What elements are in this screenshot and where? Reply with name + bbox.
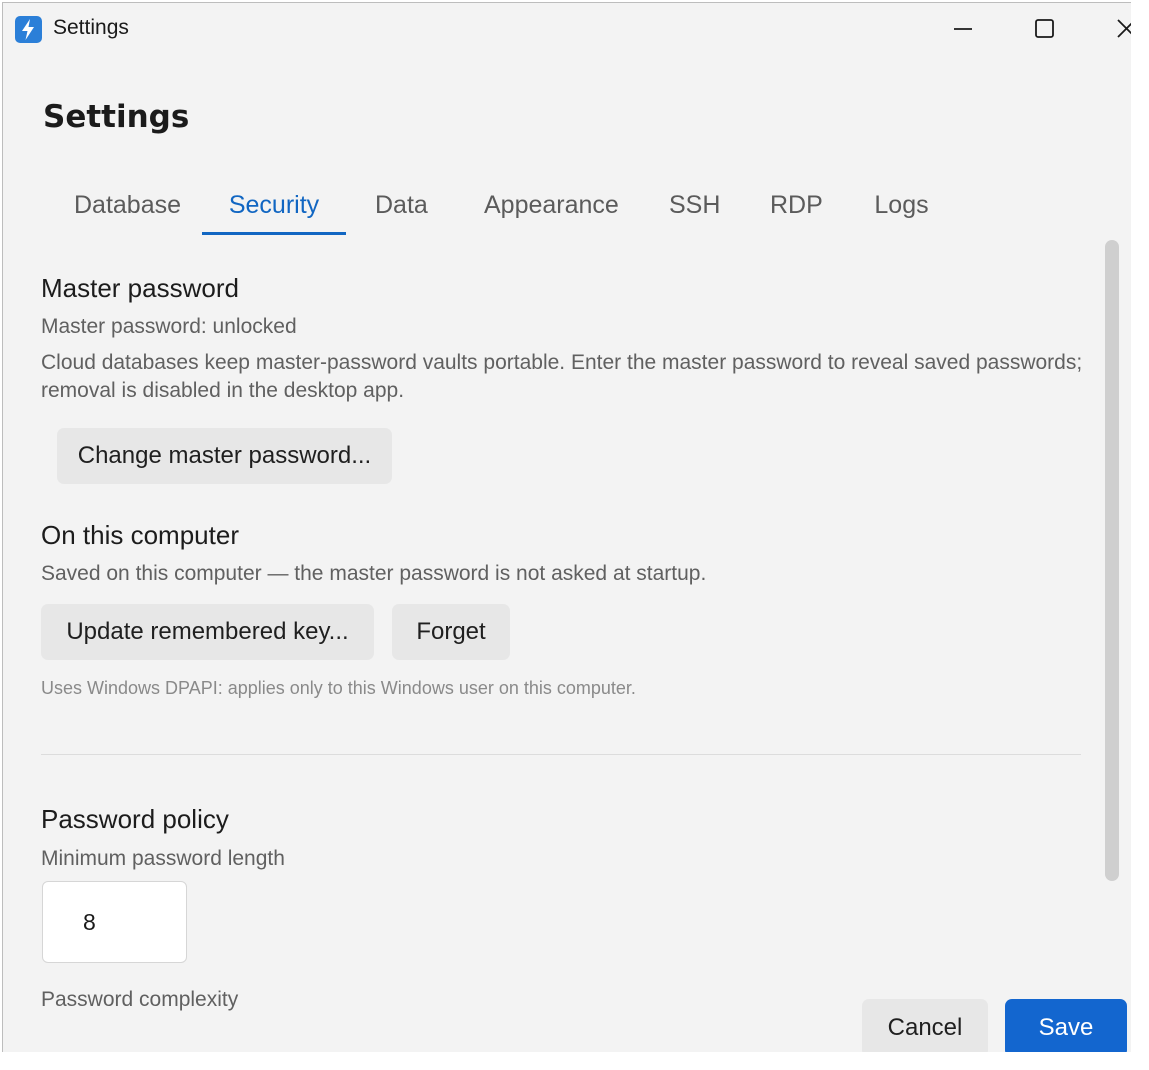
tab-label: Logs: [874, 191, 929, 219]
tab-appearance[interactable]: Appearance: [484, 187, 619, 235]
window-title: Settings: [53, 16, 129, 39]
remembered-key-status: Saved on this computer — the master pass…: [41, 562, 707, 585]
active-tab-indicator: [202, 232, 346, 235]
page-title: Settings: [43, 99, 190, 135]
settings-window: Settings Settings Database Security Data…: [2, 2, 1131, 1052]
tab-label: Appearance: [484, 191, 619, 219]
close-icon: [1117, 19, 1131, 38]
tab-label: Security: [228, 191, 320, 219]
maximize-button[interactable]: [1026, 13, 1062, 45]
master-password-heading: Master password: [41, 273, 239, 303]
tab-logs[interactable]: Logs: [874, 187, 929, 235]
security-settings-panel: Master password Master password: unlocke…: [3, 241, 1103, 1052]
maximize-icon: [1035, 19, 1054, 38]
password-policy-heading: Password policy: [41, 804, 229, 834]
section-divider: [41, 754, 1081, 755]
tab-label: SSH: [669, 191, 721, 219]
save-button[interactable]: Save: [1005, 999, 1127, 1052]
tab-label: RDP: [770, 191, 823, 219]
on-this-computer-heading: On this computer: [41, 520, 239, 550]
tab-label: Database: [74, 191, 182, 219]
update-remembered-key-button[interactable]: Update remembered key...: [41, 604, 374, 660]
master-password-description-line2: removal is disabled in the desktop app.: [41, 379, 405, 402]
change-master-password-button[interactable]: Change master password...: [57, 428, 392, 484]
tab-data[interactable]: Data: [375, 187, 428, 235]
close-button[interactable]: [1107, 13, 1131, 45]
complexity-label: Password complexity: [41, 988, 239, 1011]
tab-security[interactable]: Security: [202, 187, 346, 235]
master-password-description-line1: Cloud databases keep master-password vau…: [41, 351, 1083, 374]
min-length-input[interactable]: 8: [42, 881, 187, 963]
tab-rdp[interactable]: RDP: [770, 187, 823, 235]
minimize-icon: [954, 28, 972, 30]
minimize-button[interactable]: [945, 13, 981, 45]
vertical-scrollbar[interactable]: [1105, 240, 1119, 881]
tab-ssh[interactable]: SSH: [669, 187, 721, 235]
forget-button[interactable]: Forget: [392, 604, 510, 660]
tab-label: Data: [375, 191, 428, 219]
cancel-button[interactable]: Cancel: [862, 999, 988, 1052]
dpapi-note: Uses Windows DPAPI: applies only to this…: [41, 678, 636, 698]
title-bar[interactable]: Settings: [3, 3, 1131, 55]
min-length-label: Minimum password length: [41, 847, 285, 870]
tab-database[interactable]: Database: [74, 187, 181, 235]
master-password-status: Master password: unlocked: [41, 315, 297, 338]
lightning-bolt-icon: [15, 16, 42, 43]
